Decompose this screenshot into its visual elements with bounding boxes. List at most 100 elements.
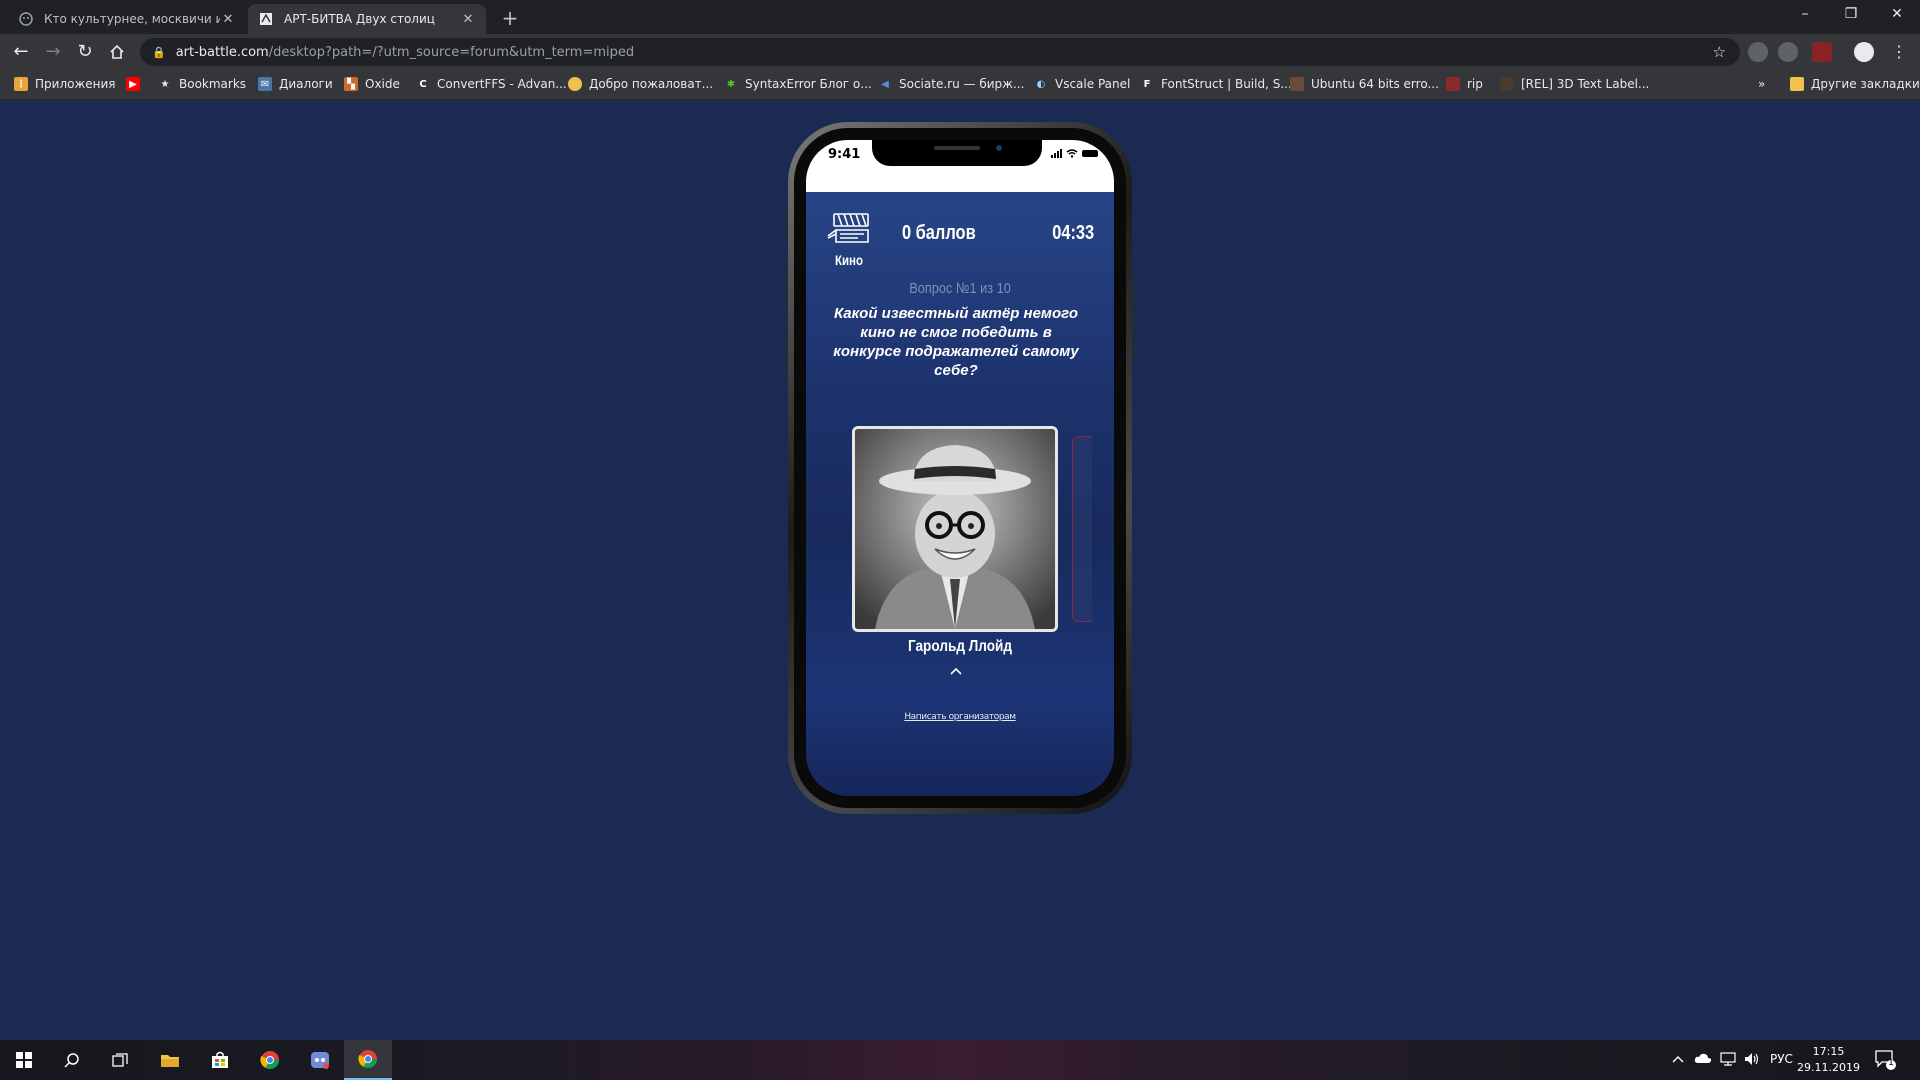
score-display: 0 баллов bbox=[902, 222, 976, 244]
speaker-grille bbox=[934, 146, 980, 150]
forward-arrow-icon[interactable]: → bbox=[40, 39, 66, 65]
forum-icon bbox=[1500, 77, 1514, 91]
bookmark-item[interactable]: C ConvertFFS - Advan... bbox=[416, 77, 566, 91]
phone-mockup: 9:41 Кино 0 баллов 04:33 Вопрос №1 из 10… bbox=[788, 122, 1132, 814]
profile-avatar[interactable] bbox=[1854, 42, 1874, 62]
system-clock[interactable]: 17:15 29.11.2019 bbox=[1797, 1044, 1860, 1076]
extension-icon[interactable] bbox=[1748, 42, 1768, 62]
tab-close-icon[interactable]: ✕ bbox=[460, 12, 476, 27]
megaphone-icon: ◀ bbox=[881, 78, 889, 90]
discord-icon[interactable] bbox=[296, 1040, 344, 1080]
home-icon[interactable] bbox=[104, 39, 130, 65]
question-text: Какой известный актёр немого кино не смо… bbox=[833, 305, 1079, 379]
bookmark-item[interactable]: ✉ Диалоги bbox=[258, 77, 333, 91]
bookmark-item[interactable]: Ubuntu 64 bits erro... bbox=[1290, 77, 1439, 91]
network-icon[interactable] bbox=[1720, 1052, 1736, 1069]
image-icon bbox=[1290, 77, 1304, 91]
oxide-icon: ▚ bbox=[344, 77, 358, 91]
actor-portrait bbox=[855, 429, 1055, 629]
answer-card-photo[interactable] bbox=[852, 426, 1058, 632]
bookmark-item[interactable]: rip bbox=[1446, 77, 1483, 91]
other-bookmarks-folder[interactable]: Другие закладки bbox=[1790, 77, 1920, 91]
pikabu-icon bbox=[18, 11, 34, 27]
tab-close-icon[interactable]: ✕ bbox=[220, 12, 236, 27]
next-card-peek[interactable] bbox=[1072, 436, 1092, 622]
battery-icon bbox=[1082, 150, 1098, 157]
language-indicator[interactable]: РУС bbox=[1770, 1052, 1793, 1066]
restore-button[interactable]: ❐ bbox=[1828, 0, 1874, 30]
onedrive-icon[interactable] bbox=[1694, 1052, 1712, 1067]
chrome-active-icon[interactable] bbox=[344, 1040, 392, 1080]
fontstruct-icon: F bbox=[1143, 78, 1151, 90]
question-counter: Вопрос №1 из 10 bbox=[909, 280, 1011, 297]
clock-date: 29.11.2019 bbox=[1797, 1061, 1860, 1074]
countdown-timer: 04:33 bbox=[1052, 222, 1094, 244]
bookmark-item[interactable]: ▚ Oxide bbox=[344, 77, 400, 91]
contact-organizers-link[interactable]: Написать организаторам bbox=[806, 712, 1114, 722]
bookmarks-overflow-button[interactable]: » bbox=[1758, 77, 1765, 91]
chevron-up-icon[interactable] bbox=[948, 664, 964, 676]
bookmark-item[interactable]: ★ Bookmarks bbox=[158, 77, 247, 91]
tray-chevron-up-icon[interactable] bbox=[1672, 1052, 1684, 1066]
status-indicators bbox=[1051, 149, 1098, 158]
volume-icon[interactable] bbox=[1744, 1052, 1760, 1069]
vscale-icon: ◐ bbox=[1036, 78, 1046, 90]
tab-strip: Кто культурнее, москвичи или ✕ АРТ-БИТВА… bbox=[0, 0, 1920, 34]
bookmark-item[interactable]: ◀ Sociate.ru — бирж... bbox=[878, 77, 1024, 91]
menu-kebab-icon[interactable]: ⋮ bbox=[1886, 39, 1912, 65]
tab-kulturnee[interactable]: Кто культурнее, москвичи или ✕ bbox=[8, 4, 246, 34]
bookmark-item[interactable]: F FontStruct | Build, S... bbox=[1140, 77, 1292, 91]
bookmark-item[interactable]: ✱ SyntaxError Блог о... bbox=[724, 77, 872, 91]
camera-dot bbox=[996, 145, 1002, 151]
reload-icon[interactable]: ↻ bbox=[72, 39, 98, 65]
clapperboard-icon bbox=[827, 213, 869, 243]
bookmark-item[interactable]: ▶ bbox=[126, 77, 147, 91]
phone-bezel: 9:41 Кино 0 баллов 04:33 Вопрос №1 из 10… bbox=[794, 128, 1126, 808]
rip-icon bbox=[1446, 77, 1460, 91]
tab-art-battle[interactable]: АРТ-БИТВА Двух столиц ✕ bbox=[248, 4, 486, 34]
chrome-icon[interactable] bbox=[246, 1040, 294, 1080]
apps-grid-icon: ⋮ bbox=[14, 77, 28, 91]
answer-label: Гарольд Ллойд bbox=[907, 638, 1013, 655]
notification-count: 1 bbox=[1888, 1058, 1894, 1068]
quiz-view: Кино 0 баллов 04:33 Вопрос №1 из 10 Како… bbox=[806, 192, 1114, 732]
bookmark-star-icon[interactable]: ☆ bbox=[1713, 43, 1726, 61]
convert-icon: C bbox=[419, 78, 427, 90]
back-arrow-icon[interactable]: ← bbox=[8, 39, 34, 65]
ublock-icon[interactable] bbox=[1812, 42, 1832, 62]
action-center-button[interactable]: 1 bbox=[1874, 1048, 1896, 1073]
new-tab-button[interactable]: + bbox=[498, 6, 522, 30]
lock-icon: 🔒 bbox=[152, 45, 166, 59]
star-icon: ★ bbox=[160, 78, 170, 90]
bookmark-item[interactable]: [REL] 3D Text Label... bbox=[1500, 77, 1649, 91]
close-window-button[interactable]: ✕ bbox=[1874, 0, 1920, 30]
bookmark-item[interactable]: ⋮ Приложения bbox=[14, 77, 116, 91]
phone-screen: 9:41 Кино 0 баллов 04:33 Вопрос №1 из 10… bbox=[806, 140, 1114, 796]
address-bar[interactable]: 🔒 art-battle.com/desktop?path=/?utm_sour… bbox=[140, 38, 1740, 66]
folder-icon bbox=[1790, 77, 1804, 91]
tab-title: АРТ-БИТВА Двух столиц bbox=[284, 12, 435, 26]
bookmark-item[interactable]: ◐ Vscale Panel bbox=[1034, 77, 1131, 91]
file-explorer-icon[interactable] bbox=[146, 1040, 194, 1080]
phone-notch bbox=[872, 140, 1042, 166]
store-icon[interactable] bbox=[196, 1040, 244, 1080]
signal-icon bbox=[1051, 149, 1062, 158]
bookmarks-bar: ⋮ Приложения ▶ ★ Bookmarks ✉ Диалоги ▚ Oxide… bbox=[0, 70, 1920, 100]
url-host: art-battle.com bbox=[175, 44, 269, 60]
search-icon[interactable] bbox=[48, 1040, 96, 1080]
url-path: /desktop?path=/?utm_source=forum&utm_ter… bbox=[268, 44, 635, 60]
extension-icon[interactable] bbox=[1778, 42, 1798, 62]
folder-icon bbox=[568, 77, 582, 91]
task-view-icon[interactable] bbox=[96, 1040, 144, 1080]
wifi-icon bbox=[1066, 149, 1078, 158]
windows-start-icon[interactable] bbox=[0, 1040, 48, 1080]
chat-icon: ✉ bbox=[258, 77, 272, 91]
minimize-button[interactable]: – bbox=[1782, 0, 1828, 30]
art-battle-icon bbox=[258, 11, 274, 27]
browser-toolbar: ← → ↻ 🔒 art-battle.com/desktop?path=/?ut… bbox=[0, 34, 1920, 70]
tab-title: Кто культурнее, москвичи или bbox=[44, 12, 220, 26]
bookmark-item[interactable]: Добро пожаловат... bbox=[568, 77, 713, 91]
youtube-icon: ▶ bbox=[126, 77, 140, 91]
category-label: Кино bbox=[834, 252, 864, 268]
windows-taskbar: РУС 17:15 29.11.2019 1 bbox=[0, 1040, 1920, 1080]
